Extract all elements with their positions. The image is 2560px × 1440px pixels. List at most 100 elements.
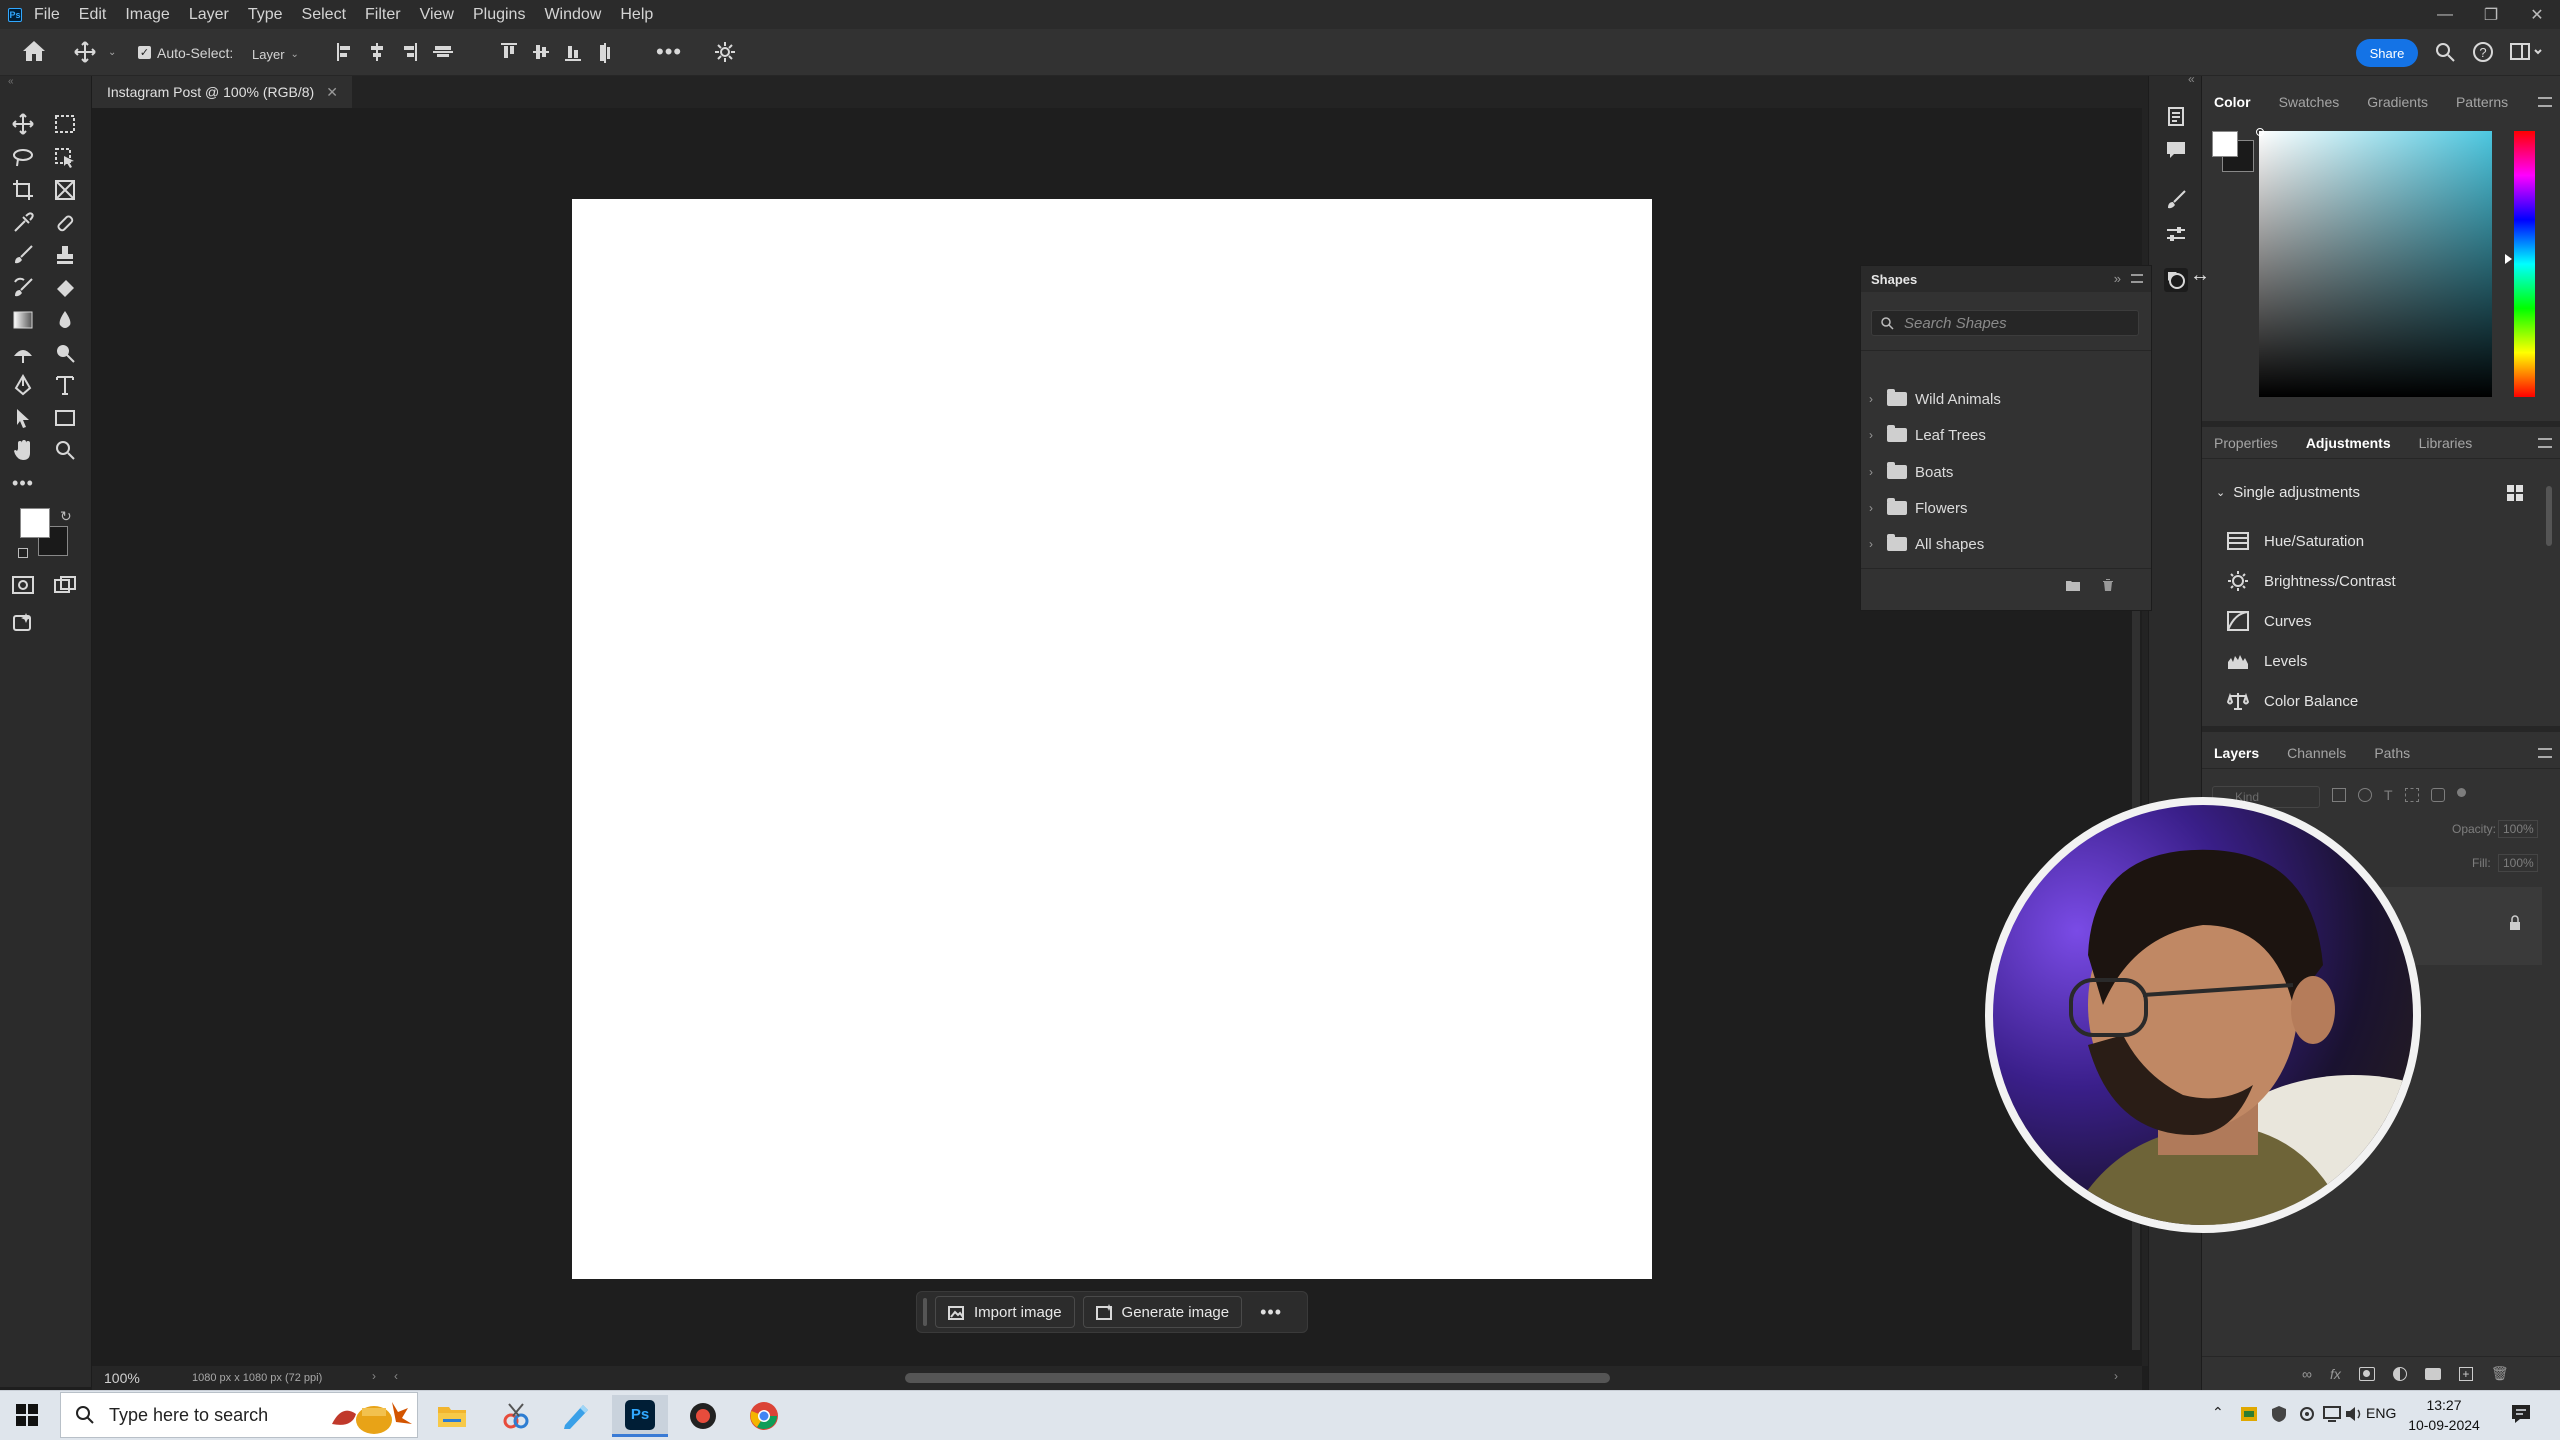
network-icon[interactable] (2322, 1405, 2342, 1423)
menu-edit[interactable]: Edit (79, 6, 107, 24)
crop-tool-icon[interactable] (10, 177, 36, 203)
distribute-vertical-icon[interactable] (596, 42, 614, 64)
tray-app-icon[interactable] (2240, 1405, 2258, 1423)
menu-filter[interactable]: Filter (365, 6, 401, 24)
lasso-tool-icon[interactable] (10, 145, 36, 171)
scroll-left-icon[interactable]: ‹ (394, 1369, 398, 1383)
move-tool-preset-icon[interactable] (74, 41, 96, 63)
default-colors-icon[interactable] (18, 548, 28, 558)
marquee-tool-icon[interactable] (52, 111, 78, 137)
color-picker-handle[interactable] (2256, 128, 2264, 136)
menu-layer[interactable]: Layer (189, 6, 229, 24)
menu-plugins[interactable]: Plugins (473, 6, 525, 24)
show-hidden-icons-chevron-up-icon[interactable]: ⌃ (2212, 1404, 2224, 1421)
menu-view[interactable]: View (420, 6, 454, 24)
shape-filter-icon[interactable] (2404, 788, 2419, 802)
snipping-tool-icon[interactable] (488, 1395, 544, 1437)
dodge-tool-icon[interactable] (10, 340, 36, 366)
link-layers-icon[interactable]: ∞ (2302, 1366, 2312, 1382)
edit-toolbar-icon[interactable]: ••• (10, 470, 36, 496)
comments-icon[interactable] (2164, 138, 2188, 162)
restore-icon[interactable]: ❐ (2468, 0, 2514, 29)
history-icon[interactable] (2164, 104, 2188, 128)
spot-healing-tool-icon[interactable] (52, 210, 78, 236)
close-icon[interactable]: ✕ (2514, 0, 2560, 29)
notifications-icon[interactable] (2510, 1403, 2532, 1425)
language-indicator[interactable]: ENG (2366, 1405, 2396, 1421)
adjustment-brightness-contrast[interactable]: Brightness/Contrast (2226, 561, 2396, 601)
horizontal-scrollbar[interactable] (905, 1373, 1610, 1383)
adjustment-layer-icon[interactable] (2392, 1366, 2407, 1381)
align-bottom-icon[interactable] (564, 42, 582, 62)
taskbar-clock[interactable]: 13:27 10-09-2024 (2396, 1392, 2492, 1438)
tab-channels[interactable]: Channels (2287, 745, 2346, 761)
auto-select-checkbox[interactable]: ✓ (138, 46, 151, 59)
pen-tool-icon[interactable] (10, 372, 36, 398)
new-group-folder-icon[interactable] (2065, 578, 2081, 592)
adjustment-sliders-icon[interactable] (2164, 222, 2188, 246)
hue-slider-handle[interactable] (2505, 254, 2512, 264)
menu-type[interactable]: Type (248, 6, 283, 24)
panel-divider[interactable] (2202, 726, 2560, 732)
tab-patterns[interactable]: Patterns (2456, 94, 2508, 110)
quick-mask-icon[interactable] (10, 572, 36, 598)
type-tool-icon[interactable] (52, 372, 78, 398)
color-picker-field[interactable] (2259, 131, 2492, 397)
photoshop-app-icon[interactable]: Ps (612, 1395, 668, 1437)
new-layer-icon[interactable]: + (2458, 1366, 2473, 1381)
adjustment-levels[interactable]: Levels (2226, 641, 2307, 681)
search-shapes-input[interactable]: Search Shapes (1871, 310, 2139, 336)
object-selection-tool-icon[interactable] (52, 145, 78, 171)
shape-folder-wild-animals[interactable]: › Wild Animals (1869, 384, 2001, 414)
shape-folder-flowers[interactable]: › Flowers (1869, 493, 1968, 523)
new-group-icon[interactable] (2424, 1367, 2441, 1380)
eyedropper-tool-icon[interactable] (10, 210, 36, 236)
brush-settings-icon[interactable] (2164, 188, 2188, 212)
align-middle-v-icon[interactable] (532, 42, 550, 62)
auto-select-target-dropdown[interactable]: Layer ⌄ (240, 42, 306, 66)
workspace-icon[interactable] (2510, 42, 2546, 62)
tab-properties[interactable]: Properties (2214, 435, 2278, 451)
collapse-panels-icon[interactable]: « (2188, 72, 2195, 86)
adjustments-scrollbar[interactable] (2546, 486, 2552, 546)
grid-view-icon[interactable] (2506, 484, 2524, 502)
align-right-icon[interactable] (400, 42, 418, 62)
align-left-icon[interactable] (336, 42, 354, 62)
blur-tool-icon[interactable] (52, 307, 78, 333)
tab-layers[interactable]: Layers (2214, 745, 2259, 761)
generative-fill-icon[interactable] (10, 610, 36, 636)
brush-tool-icon[interactable] (10, 242, 36, 268)
chrome-icon[interactable] (736, 1395, 792, 1437)
gradient-tool-icon[interactable] (10, 307, 36, 333)
type-filter-icon[interactable]: T (2384, 788, 2393, 802)
menu-file[interactable]: File (34, 6, 60, 24)
layer-style-fx-icon[interactable]: fx (2330, 1366, 2341, 1382)
tab-swatches[interactable]: Swatches (2279, 94, 2340, 110)
shapes-panel-icon[interactable] (2164, 268, 2188, 292)
more-options-icon[interactable]: ••• (1250, 1302, 1292, 1323)
align-center-h-icon[interactable] (368, 42, 386, 62)
zoom-tool-icon[interactable] (52, 437, 78, 463)
swap-colors-icon[interactable]: ↻ (60, 508, 72, 525)
minimize-icon[interactable]: — (2422, 0, 2468, 29)
help-icon[interactable]: ? (2472, 41, 2494, 63)
collapse-tools-icon[interactable]: « (8, 76, 14, 87)
move-tool-icon[interactable] (10, 111, 36, 137)
shapes-panel-header[interactable]: Shapes (1861, 266, 2151, 292)
shape-folder-all-shapes[interactable]: › All shapes (1869, 529, 1984, 559)
location-icon[interactable] (2298, 1405, 2316, 1423)
close-tab-icon[interactable]: ✕ (326, 84, 338, 101)
opacity-input[interactable]: 100% (2498, 820, 2538, 838)
align-top-icon[interactable] (500, 42, 518, 62)
rectangle-tool-icon[interactable] (52, 405, 78, 431)
single-adjustments-section[interactable]: ⌄ Single adjustments (2216, 484, 2360, 501)
file-explorer-icon[interactable] (424, 1395, 480, 1437)
menu-window[interactable]: Window (544, 6, 601, 24)
drag-handle[interactable] (923, 1298, 927, 1326)
generate-image-button[interactable]: Generate image (1082, 1296, 1243, 1328)
shape-folder-leaf-trees[interactable]: › Leaf Trees (1869, 420, 1986, 450)
clone-stamp-tool-icon[interactable] (52, 242, 78, 268)
history-brush-tool-icon[interactable] (10, 275, 36, 301)
pen-app-icon[interactable] (548, 1395, 604, 1437)
menu-select[interactable]: Select (302, 6, 346, 24)
